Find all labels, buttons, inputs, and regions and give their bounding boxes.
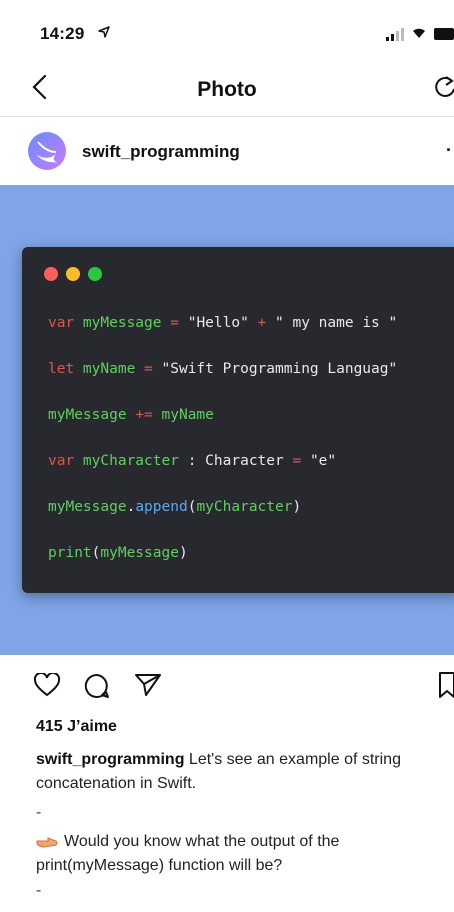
- code-token: ): [178, 545, 188, 561]
- window-minimize-dot: [66, 267, 80, 281]
- status-bar: 14:29: [0, 0, 454, 58]
- code-window: var myMessage = "Hello" + " my name is "…: [22, 247, 454, 593]
- post-actions: [0, 665, 454, 709]
- code-token: :: [178, 453, 206, 469]
- window-zoom-dot: [88, 267, 102, 281]
- code-line: var myCharacter : Character = "e": [48, 453, 336, 469]
- caption-question: Would you know what the output of the pr…: [36, 830, 444, 878]
- code-token: myMessage: [48, 499, 127, 515]
- code-token: .: [126, 499, 136, 515]
- battery-icon: [434, 28, 454, 40]
- code-line: var myMessage = "Hello" + " my name is ": [48, 315, 397, 331]
- code-token: append: [135, 499, 188, 515]
- code-line: myMessage.append(myCharacter): [48, 499, 301, 515]
- code-token: "Hello": [187, 315, 249, 331]
- code-token: var: [48, 315, 75, 331]
- window-close-dot: [44, 267, 58, 281]
- code-token: ): [292, 499, 302, 515]
- code-token: =: [283, 453, 310, 469]
- status-time: 14:29: [40, 24, 85, 43]
- code-token: myCharacter: [196, 499, 293, 515]
- caption-dash: -: [36, 804, 42, 821]
- code-line: print(myMessage): [48, 545, 188, 561]
- post-image[interactable]: var myMessage = "Hello" + " my name is "…: [0, 185, 454, 655]
- caption-username[interactable]: swift_programming: [36, 751, 184, 768]
- code-token: +=: [126, 407, 162, 423]
- pointing-hand-icon: [36, 837, 58, 848]
- post-caption: swift_programming Let's see an example o…: [36, 748, 444, 796]
- like-count[interactable]: 415 J’aime: [36, 718, 117, 736]
- share-send-icon[interactable]: [134, 673, 162, 697]
- page-title: Photo: [197, 78, 257, 101]
- code-token: =: [135, 361, 162, 377]
- swift-logo-icon: [36, 141, 58, 163]
- code-token: myMessage: [74, 315, 162, 331]
- code-token: Character: [205, 453, 284, 469]
- more-options-icon[interactable]: ·: [446, 140, 452, 161]
- code-token: " my name is ": [275, 315, 398, 331]
- like-heart-icon[interactable]: [34, 673, 60, 697]
- code-token: myMessage: [100, 545, 179, 561]
- code-token: "e": [309, 453, 337, 469]
- signal-icon: [386, 28, 404, 41]
- code-token: print: [48, 545, 92, 561]
- code-token: "Swift Programming Languag": [161, 361, 398, 377]
- code-token: let: [48, 361, 75, 377]
- bookmark-icon[interactable]: [438, 671, 454, 699]
- question-text: Would you know what the output of the pr…: [36, 833, 340, 874]
- code-token: myName: [161, 407, 214, 423]
- code-token: myMessage: [48, 407, 127, 423]
- post-username[interactable]: swift_programming: [82, 142, 240, 162]
- refresh-icon[interactable]: [434, 75, 454, 99]
- wifi-icon: [413, 28, 425, 38]
- post-header: swift_programming ·: [0, 118, 454, 184]
- code-token: myName: [74, 361, 136, 377]
- code-line: myMessage += myName: [48, 407, 214, 423]
- location-arrow-icon: [98, 26, 110, 38]
- code-token: +: [248, 315, 276, 331]
- comment-bubble-icon[interactable]: [84, 673, 110, 699]
- code-token: var: [48, 453, 75, 469]
- code-token: =: [161, 315, 188, 331]
- code-line: let myName = "Swift Programming Languag": [48, 361, 397, 377]
- nav-bar: Photo: [0, 58, 454, 117]
- avatar[interactable]: [28, 132, 66, 170]
- caption-dash-2: -: [36, 882, 42, 899]
- code-token: myCharacter: [74, 453, 179, 469]
